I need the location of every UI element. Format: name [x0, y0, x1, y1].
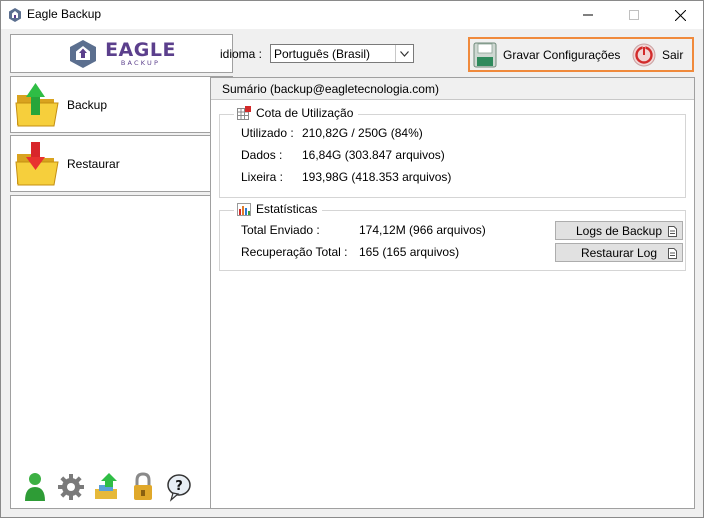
- save-settings-button[interactable]: Gravar Configurações: [473, 40, 620, 69]
- backup-logs-label: Logs de Backup: [575, 223, 663, 238]
- minimize-icon: [583, 14, 593, 16]
- lock-icon[interactable]: [129, 471, 157, 503]
- stats-title: Estatísticas: [256, 202, 318, 216]
- nav-backup[interactable]: Backup: [10, 76, 233, 133]
- backup-folder-icon: [15, 83, 59, 127]
- recovery-value: 165 (165 arquivos): [359, 245, 460, 259]
- nav-restore-label: Restaurar: [67, 157, 120, 171]
- restore-log-label: Restaurar Log: [580, 245, 658, 260]
- window-title: Eagle Backup: [27, 7, 102, 21]
- language-label: idioma :: [220, 47, 263, 61]
- summary-header: Sumário (backup@eagletecnologia.com): [211, 78, 694, 100]
- quota-group: Cota de Utilização Utilizado : 210,82G /…: [219, 106, 686, 198]
- gear-icon[interactable]: [57, 471, 85, 503]
- transfer-icon[interactable]: [93, 471, 121, 503]
- document-icon: [668, 248, 677, 259]
- help-icon[interactable]: ?: [165, 471, 193, 503]
- used-label: Utilizado :: [241, 126, 294, 140]
- nav-backup-label: Backup: [67, 98, 108, 112]
- app-window: Eagle Backup EAGLE BACKUP Backup Restaur…: [0, 0, 704, 518]
- client-area: EAGLE BACKUP Backup Restaurar ? idioma:…: [1, 29, 703, 517]
- quota-grid-icon: [237, 106, 251, 120]
- maximize-icon: [629, 10, 639, 20]
- bottom-icon-bar: ?: [13, 471, 219, 505]
- restore-log-button[interactable]: Restaurar Log: [555, 243, 683, 262]
- svg-text:?: ?: [175, 479, 183, 494]
- user-icon[interactable]: [21, 471, 49, 503]
- language-select-value: Português (Brasil): [274, 47, 371, 61]
- restore-folder-icon: [15, 142, 59, 186]
- document-icon: [668, 226, 677, 237]
- close-button[interactable]: [657, 1, 703, 29]
- maximize-button[interactable]: [611, 1, 657, 29]
- summary-title: Sumário (backup@eagletecnologia.com): [222, 82, 439, 96]
- trash-label: Lixeira :: [241, 170, 284, 184]
- floppy-disk-icon: [473, 42, 497, 67]
- logo-text: EAGLE: [105, 38, 176, 61]
- close-icon: [674, 9, 686, 21]
- nav-restore[interactable]: Restaurar: [10, 135, 233, 192]
- sidebar-lower-panel: [10, 195, 233, 509]
- sent-label: Total Enviado :: [241, 223, 320, 237]
- app-icon: [9, 8, 21, 22]
- quota-title: Cota de Utilização: [256, 106, 354, 120]
- exit-label: Sair: [662, 47, 684, 62]
- used-value: 210,82G / 250G (84%): [302, 126, 423, 140]
- data-label: Dados :: [241, 148, 283, 162]
- title-bar: Eagle Backup: [1, 1, 703, 29]
- recovery-label: Recuperação Total :: [241, 245, 348, 259]
- sent-value: 174,12M (966 arquivos): [359, 223, 486, 237]
- data-value: 16,84G (303.847 arquivos): [302, 148, 445, 162]
- chevron-down-icon[interactable]: [395, 45, 413, 62]
- bar-chart-icon: [237, 202, 251, 216]
- logo-panel: EAGLE BACKUP: [10, 34, 233, 73]
- language-select[interactable]: Português (Brasil): [270, 44, 414, 63]
- power-icon: [632, 43, 656, 66]
- summary-panel: Sumário (backup@eagletecnologia.com) Cot…: [210, 77, 695, 509]
- minimize-button[interactable]: [565, 1, 611, 29]
- save-settings-label: Gravar Configurações: [503, 47, 621, 62]
- eagle-logo-icon: [70, 39, 97, 68]
- exit-button[interactable]: Sair: [632, 40, 683, 69]
- trash-value: 193,98G (418.353 arquivos): [302, 170, 452, 184]
- stats-group: Estatísticas Total Enviado : 174,12M (96…: [219, 202, 686, 271]
- backup-logs-button[interactable]: Logs de Backup: [555, 221, 683, 240]
